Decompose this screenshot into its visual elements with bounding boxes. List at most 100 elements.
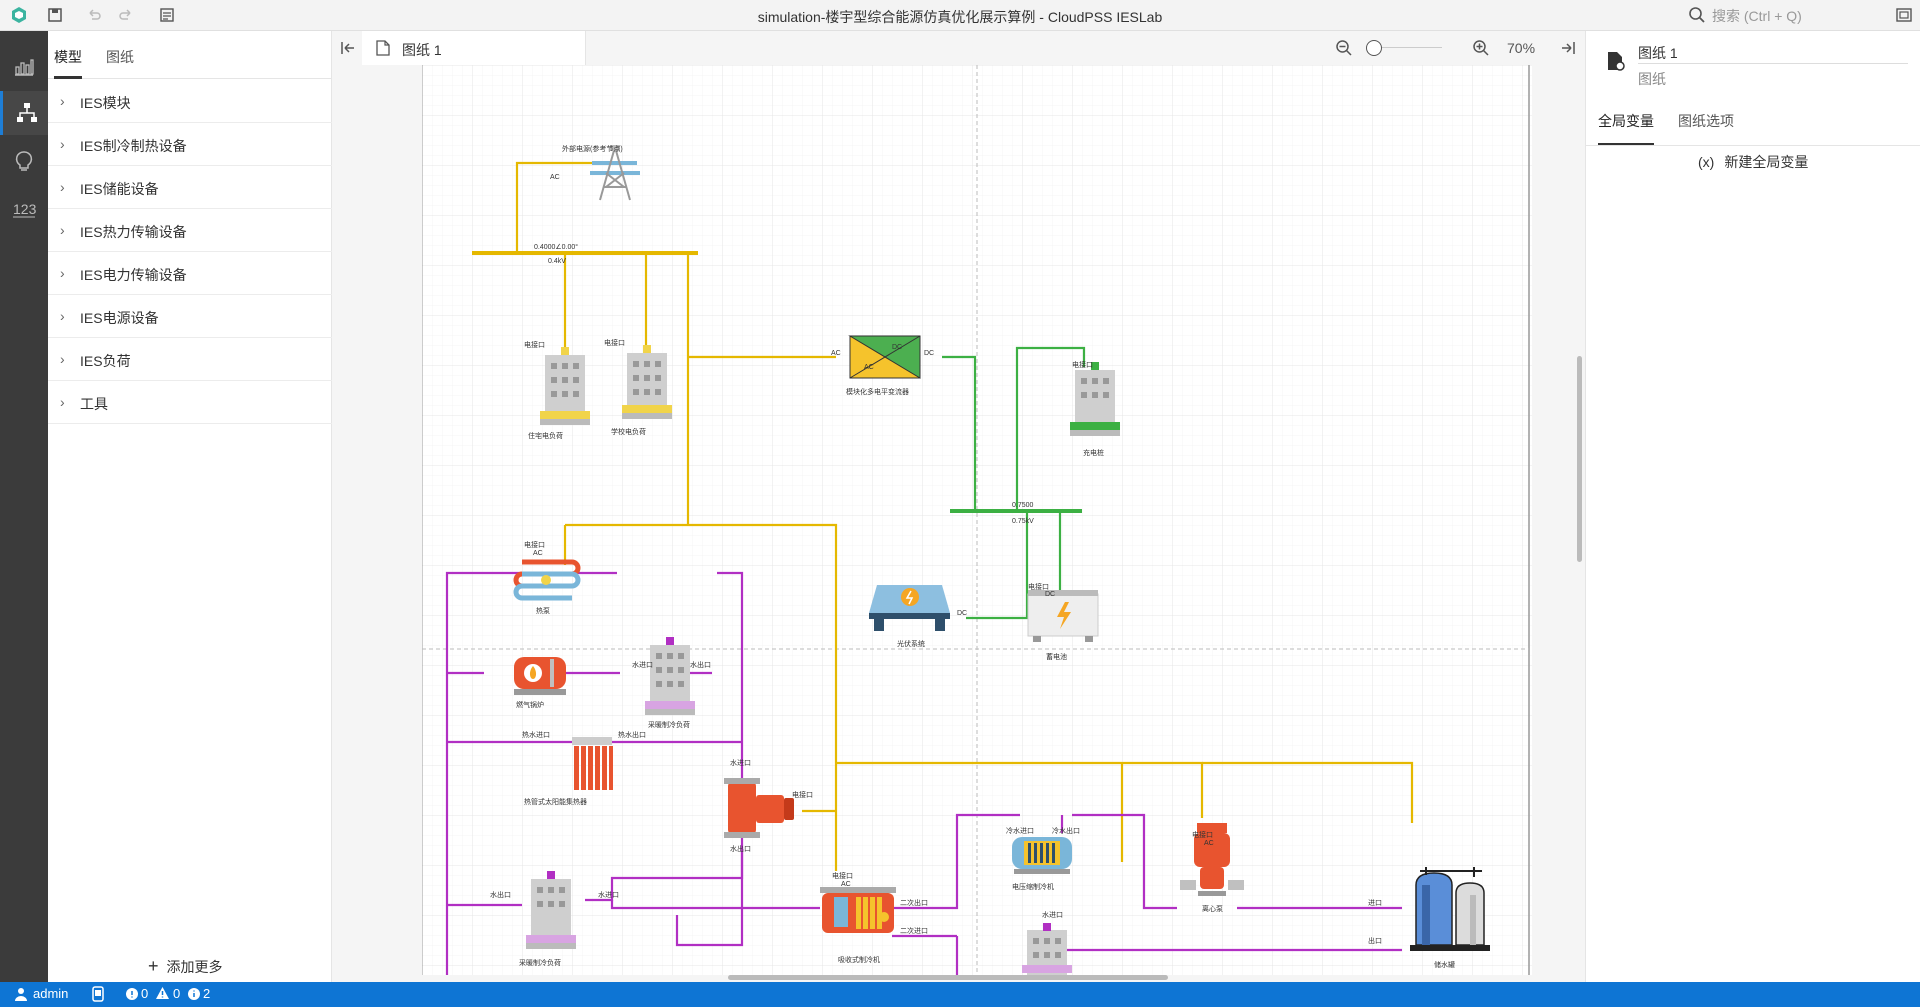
device-icon[interactable] — [92, 986, 104, 1002]
label-sec-in: 二次进口 — [900, 926, 928, 935]
label-converter: 模块化多电平变流器 — [846, 387, 909, 396]
properties-panel: 图纸 1 图纸 全局变量 图纸选项 (x) 新建全局变量 — [1585, 31, 1920, 982]
tree-item-label: IES模块 — [80, 95, 131, 111]
chart-nav-button[interactable] — [0, 44, 48, 88]
heating-cooling-load-3-icon[interactable] — [1022, 923, 1072, 975]
tree-item[interactable]: › IES热力传输设备 — [48, 209, 332, 252]
diagram-canvas[interactable]: 外部电源(参考节点) AC 0.4000∠0.00° 0.4kV 电接口 电接口… — [421, 31, 1532, 980]
drawing-title[interactable]: 图纸 1 — [1638, 43, 1678, 63]
label-chiller-in: 冷水进口 — [1006, 826, 1034, 835]
tab-drawing-options[interactable]: 图纸选项 — [1678, 111, 1734, 131]
charger-icon[interactable] — [1070, 362, 1120, 436]
sheet-tab-bar: 图纸 1 70% — [332, 31, 1585, 65]
add-more-button[interactable]: + 添加更多 — [148, 956, 223, 977]
converter-icon[interactable] — [848, 335, 921, 379]
label-grid-source: 外部电源(参考节点) — [562, 144, 623, 153]
label-water-in-3: 水进口 — [1042, 910, 1063, 919]
new-global-variable-button[interactable]: (x) 新建全局变量 — [1698, 152, 1808, 172]
zoom-in-icon[interactable] — [1472, 39, 1490, 57]
label-conv-ac-left: AC — [831, 350, 841, 357]
tree-item[interactable]: › IES储能设备 — [48, 166, 332, 209]
label-electric-chiller: 电压缩制冷机 — [1012, 882, 1054, 891]
label-solar-out: 热水出口 — [618, 730, 646, 739]
tree-item[interactable]: › IES模块 — [48, 80, 332, 123]
zoom-level[interactable]: 70% — [1507, 40, 1535, 56]
error-count[interactable]: 0 — [141, 986, 148, 1001]
battery-icon[interactable] — [1027, 590, 1099, 642]
tree-item[interactable]: › IES负荷 — [48, 338, 332, 381]
label-grid-ac: AC — [550, 174, 560, 181]
document-settings-icon — [1608, 52, 1625, 71]
tab-global-variables[interactable]: 全局变量 — [1598, 111, 1654, 131]
app-title: simulation-楼宇型综合能源仿真优化展示算例 - CloudPSS IE… — [757, 9, 1163, 25]
chevron-right-icon: › — [60, 351, 65, 367]
solar-collector-icon[interactable] — [572, 737, 613, 790]
label-pump-out: 水出口 — [730, 844, 751, 853]
heating-cooling-load-2-icon[interactable] — [526, 871, 576, 949]
ac-bus-0-4kv[interactable] — [472, 251, 698, 255]
electric-chiller-icon[interactable] — [1012, 837, 1072, 874]
tab-drawings[interactable]: 图纸 — [106, 47, 134, 67]
school-load-icon[interactable] — [622, 345, 672, 419]
label-bus1-kv: 0.4kV — [548, 258, 566, 265]
absorption-chiller-icon[interactable] — [820, 887, 896, 933]
variables-nav-button[interactable]: 123 — [0, 187, 48, 231]
label-water-in-1: 水进口 — [632, 660, 653, 669]
label-hc-load-1: 采暖制冷负荷 — [648, 720, 690, 729]
label-conv-dc: DC — [892, 344, 902, 351]
zoom-out-icon[interactable] — [1335, 39, 1353, 57]
search-placeholder: 搜索 (Ctrl + Q) — [1712, 8, 1802, 24]
tree-item[interactable]: › IES电源设备 — [48, 295, 332, 338]
label-battery: 蓄电池 — [1046, 652, 1067, 661]
warning-count[interactable]: 0 — [173, 986, 180, 1001]
label-abs-port: 电接口 — [832, 871, 853, 880]
label-charger-port: 电接口 — [1072, 360, 1093, 369]
chevron-right-icon: › — [60, 136, 65, 152]
plus-icon: + — [148, 956, 159, 976]
zoom-slider-handle[interactable] — [1366, 40, 1382, 56]
label-cpump-ac: AC — [1204, 840, 1214, 847]
label-bus2-kv: 0.75kV — [1012, 518, 1034, 525]
tree-item-label: IES电源设备 — [80, 310, 159, 326]
label-water-out-1: 水出口 — [690, 660, 711, 669]
label-tank-in: 进口 — [1368, 899, 1382, 907]
new-global-variable-label: 新建全局变量 — [1724, 154, 1809, 170]
user-name[interactable]: admin — [33, 986, 68, 1001]
info-count[interactable]: 2 — [203, 986, 210, 1001]
label-chiller-out: 冷水出口 — [1052, 826, 1080, 835]
active-tab-underline — [54, 76, 82, 79]
tree-item-label: IES热力传输设备 — [80, 224, 187, 240]
tab-model[interactable]: 模型 — [54, 47, 82, 67]
tree-item[interactable]: › 工具 — [48, 381, 332, 424]
system-diagram[interactable]: 外部电源(参考节点) AC 0.4000∠0.00° 0.4kV 电接口 电接口… — [421, 31, 1532, 980]
title-bar: simulation-楼宇型综合能源仿真优化展示算例 - CloudPSS IE… — [0, 0, 1920, 31]
chevron-right-icon: › — [60, 308, 65, 324]
tree-item[interactable]: › IES制冷制热设备 — [48, 123, 332, 166]
label-school-port: 电接口 — [604, 338, 625, 347]
right-tabs-divider — [1586, 145, 1920, 146]
collapse-left-icon[interactable] — [340, 40, 356, 56]
residential-load-icon[interactable] — [540, 347, 590, 425]
label-batt-dc: DC — [1045, 591, 1055, 598]
label-pump-in: 水进口 — [730, 758, 751, 767]
vertical-scrollbar[interactable] — [1577, 356, 1582, 562]
tree-item-label: IES制冷制热设备 — [80, 138, 187, 154]
add-more-label: 添加更多 — [166, 959, 223, 975]
left-panel-tabs: 模型 图纸 — [48, 31, 332, 79]
sheet-tab-label: 图纸 1 — [402, 42, 442, 58]
tab-sheet-1[interactable]: 图纸 1 — [362, 31, 586, 65]
idea-nav-button[interactable] — [0, 139, 48, 183]
maximize-icon[interactable] — [1895, 6, 1913, 24]
heating-cooling-load-1-icon[interactable] — [645, 637, 695, 715]
tree-item-label: IES储能设备 — [80, 181, 159, 197]
model-nav-button[interactable] — [0, 91, 48, 135]
gas-boiler-icon[interactable] — [514, 657, 566, 695]
search-input[interactable]: 搜索 (Ctrl + Q) — [1688, 5, 1864, 25]
horizontal-scrollbar[interactable] — [728, 975, 1168, 980]
collapse-right-icon[interactable] — [1560, 40, 1576, 56]
variable-icon: (x) — [1698, 154, 1715, 170]
label-charger: 充电桩 — [1083, 448, 1104, 457]
dc-bus-0-75kv[interactable] — [950, 509, 1082, 513]
tree-item[interactable]: › IES电力传输设备 — [48, 252, 332, 295]
label-pv-dc: DC — [957, 610, 967, 617]
